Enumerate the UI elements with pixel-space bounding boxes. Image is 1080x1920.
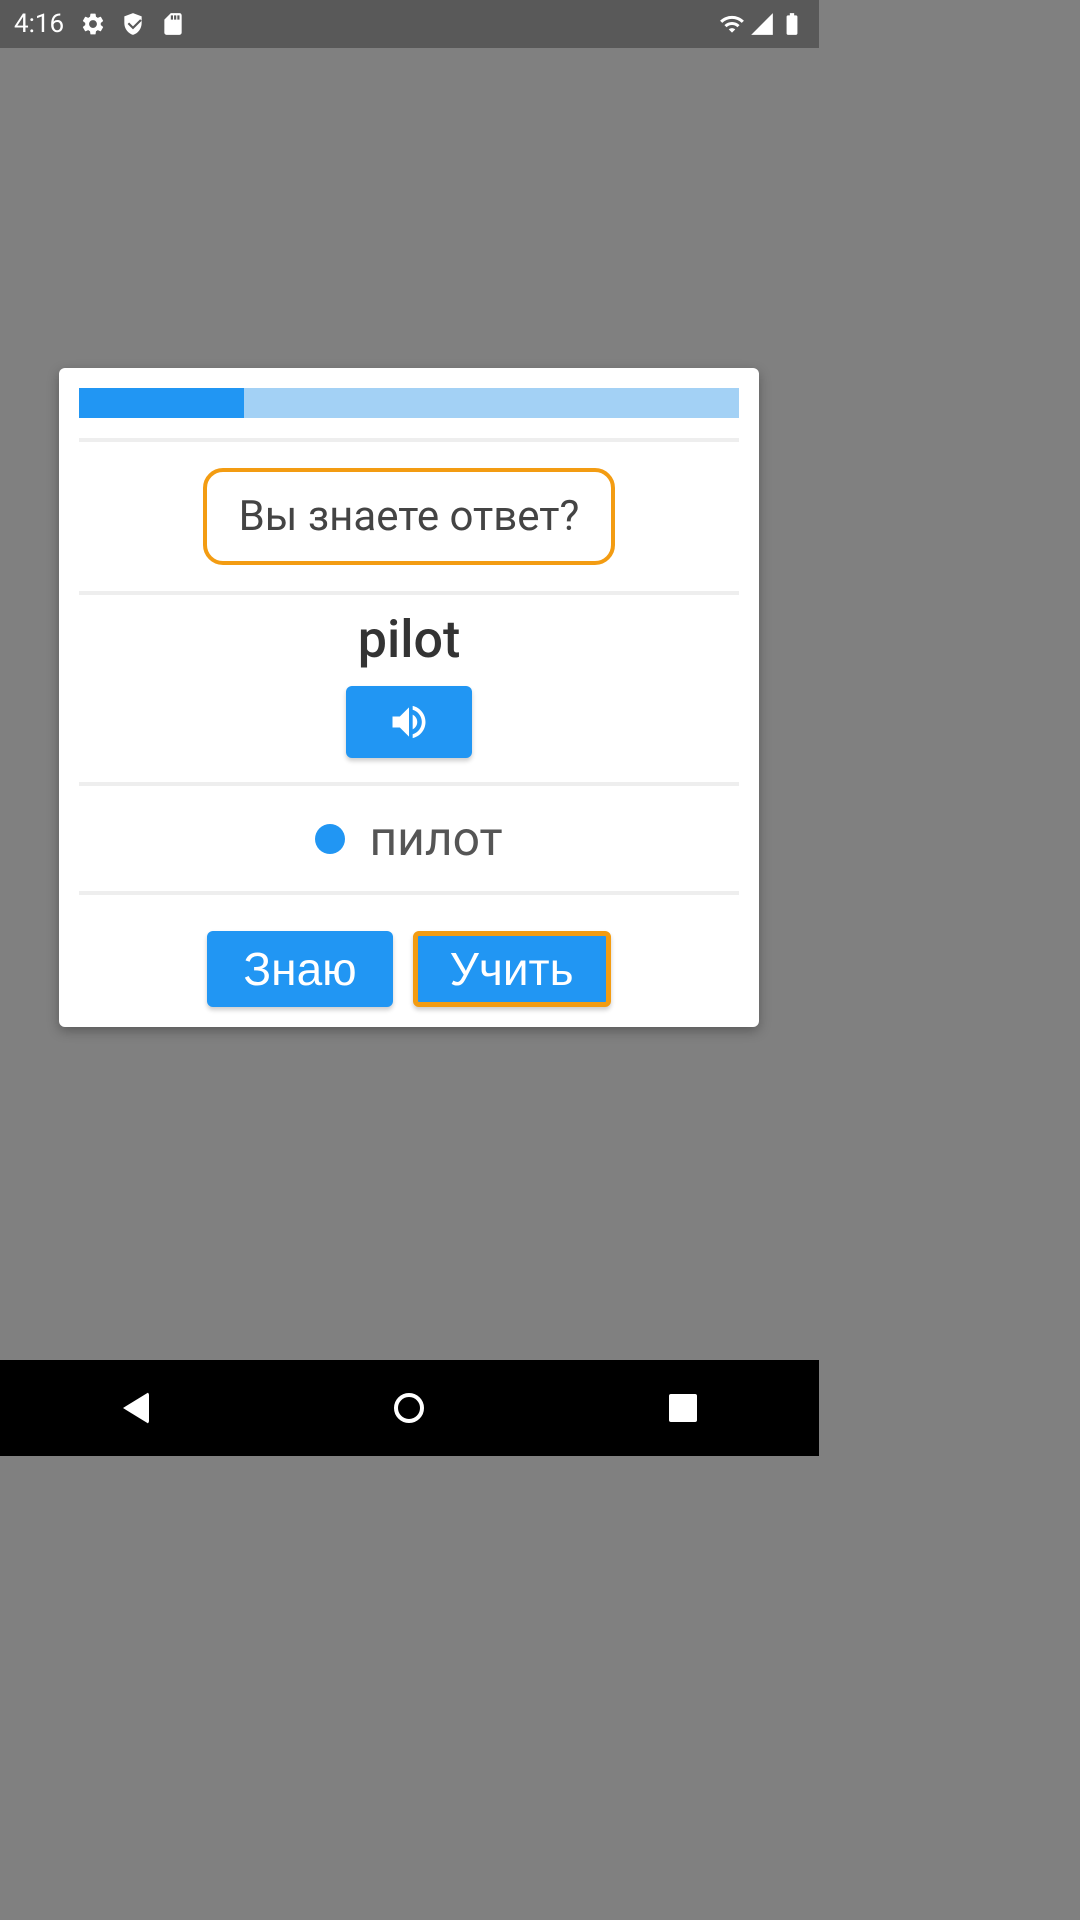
- settings-icon: [80, 11, 106, 37]
- know-button[interactable]: Знаю: [207, 931, 392, 1007]
- progress-fill: [79, 388, 244, 418]
- flashcard: Вы знаете ответ? pilot пилот Знаю Учить: [59, 368, 759, 1027]
- status-time: 4:16: [14, 9, 64, 39]
- word-text: pilot: [79, 609, 739, 670]
- bullet-icon: [315, 824, 345, 854]
- speaker-icon: [387, 700, 431, 744]
- progress-bar: [79, 388, 739, 418]
- wifi-icon: [719, 11, 745, 37]
- nav-recent-button[interactable]: [669, 1394, 697, 1422]
- audio-play-button[interactable]: [346, 686, 472, 758]
- translation-section: пилот: [79, 786, 739, 891]
- sd-card-icon: [160, 11, 186, 37]
- signal-icon: [749, 11, 775, 37]
- home-icon: [394, 1393, 424, 1423]
- status-bar: 4:16: [0, 0, 819, 48]
- back-icon: [123, 1392, 149, 1424]
- buttons-section: Знаю Учить: [79, 895, 739, 1007]
- question-text: Вы знаете ответ?: [239, 492, 580, 541]
- status-right: [719, 11, 805, 37]
- divider: [79, 438, 739, 442]
- nav-back-button[interactable]: [123, 1392, 149, 1424]
- status-left: 4:16: [14, 9, 186, 39]
- shield-icon: [120, 11, 146, 37]
- battery-icon: [779, 11, 805, 37]
- learn-button[interactable]: Учить: [413, 931, 611, 1007]
- question-box: Вы знаете ответ?: [203, 468, 616, 565]
- nav-home-button[interactable]: [394, 1393, 424, 1423]
- translation-text: пилот: [369, 810, 502, 867]
- word-section: pilot: [79, 595, 739, 782]
- navigation-bar: [0, 1360, 819, 1456]
- status-icons-left: [80, 11, 186, 37]
- recent-icon: [669, 1394, 697, 1422]
